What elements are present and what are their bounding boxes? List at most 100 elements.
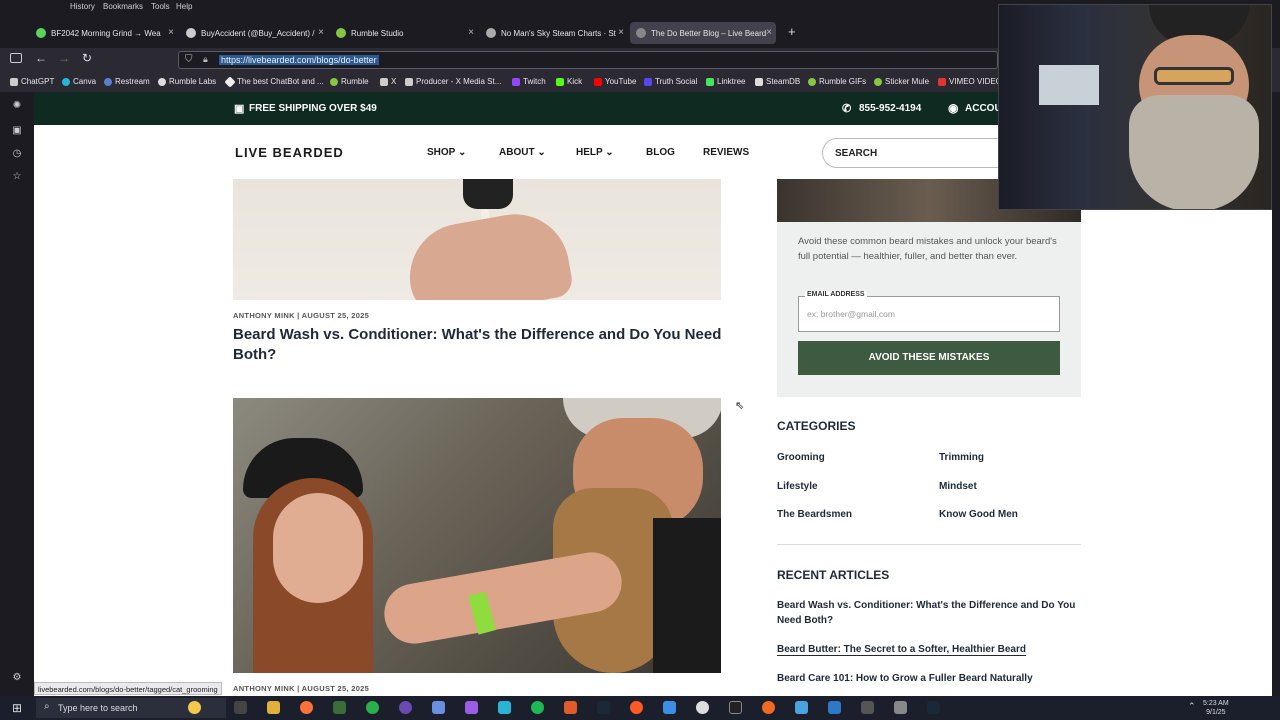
- recent-article-link[interactable]: Beard Wash vs. Conditioner: What's the D…: [777, 598, 1077, 628]
- nav-reviews[interactable]: REVIEWS: [703, 147, 749, 158]
- nav-about[interactable]: ABOUT ⌄: [499, 147, 546, 158]
- kick-icon: [556, 77, 564, 86]
- bookmark-producer[interactable]: Producer - X Media St...: [405, 77, 501, 86]
- close-icon[interactable]: ×: [468, 27, 474, 38]
- menu-bookmarks[interactable]: Bookmarks: [103, 2, 143, 11]
- recent-article-link[interactable]: Beard Butter: The Secret to a Softer, He…: [777, 642, 1077, 657]
- epic-games-icon[interactable]: [729, 701, 742, 714]
- task-view-icon[interactable]: [234, 701, 247, 714]
- app-icon[interactable]: [432, 701, 445, 714]
- category-mindset[interactable]: Mindset: [939, 481, 977, 492]
- bookmark-chatbot[interactable]: The best ChatBot and ...: [224, 75, 324, 88]
- steam-icon[interactable]: [927, 701, 940, 714]
- scrollbar[interactable]: [1272, 92, 1280, 696]
- tabs-icon[interactable]: ▣: [11, 125, 23, 137]
- recent-article-link[interactable]: Beard Care 101: How to Grow a Fuller Bea…: [777, 671, 1077, 686]
- obs-icon[interactable]: [399, 701, 412, 714]
- category-trimming[interactable]: Trimming: [939, 452, 984, 463]
- xbox-icon[interactable]: [333, 701, 346, 714]
- sidebar-toggle-icon[interactable]: [10, 53, 22, 63]
- nav-blog[interactable]: BLOG: [646, 147, 675, 158]
- category-lifestyle[interactable]: Lifestyle: [777, 481, 818, 492]
- chevron-up-icon[interactable]: ⌃: [1188, 701, 1196, 712]
- bookmark-youtube[interactable]: YouTube: [594, 77, 636, 86]
- phone-link[interactable]: 855-952-4194: [859, 103, 921, 114]
- url-bar[interactable]: ⛉ 🔒︎ https://livebearded.com/blogs/do-be…: [178, 51, 998, 69]
- app-icon[interactable]: [564, 701, 577, 714]
- tab-steam-charts[interactable]: No Man's Sky Steam Charts · St ×: [480, 22, 628, 44]
- weather-icon[interactable]: [188, 701, 201, 714]
- search-input[interactable]: SEARCH: [822, 138, 1012, 168]
- menu-help[interactable]: Help: [176, 2, 192, 11]
- firefox-icon[interactable]: [300, 701, 313, 714]
- site-logo[interactable]: LIVE BEARDED: [235, 145, 344, 160]
- taskbar-clock[interactable]: 5:23 AM 9/1/25: [1203, 699, 1229, 717]
- tab-rumble-studio[interactable]: Rumble Studio ×: [330, 22, 478, 44]
- tab-bf2042[interactable]: BF2042 Morning Grind → Wea ×: [30, 22, 178, 44]
- category-beardsmen[interactable]: The Beardsmen: [777, 509, 852, 520]
- new-tab-button[interactable]: +: [788, 24, 796, 39]
- close-icon[interactable]: ×: [618, 27, 624, 38]
- category-grooming[interactable]: Grooming: [777, 452, 825, 463]
- post-image-beard-couple[interactable]: [233, 398, 721, 673]
- app-icon[interactable]: [498, 701, 511, 714]
- bookmark-restream[interactable]: Restream: [104, 77, 150, 86]
- bookmark-label: Rumble Labs: [169, 77, 217, 86]
- bookmark-linktree[interactable]: Linktree: [706, 77, 745, 86]
- app-icon[interactable]: [465, 701, 478, 714]
- steam-icon[interactable]: [597, 701, 610, 714]
- categories-heading: CATEGORIES: [777, 419, 856, 433]
- account-link[interactable]: ACCOU: [965, 103, 1002, 114]
- tab-buyaccident[interactable]: BuyAccident (@Buy_Accident) / ×: [180, 22, 328, 44]
- gift-icon: ▣: [234, 103, 245, 115]
- nav-help[interactable]: HELP ⌄: [576, 147, 614, 158]
- app-icon[interactable]: [828, 701, 841, 714]
- bookmark-kick[interactable]: Kick: [556, 77, 582, 86]
- bookmark-chatgpt[interactable]: ChatGPT: [10, 77, 54, 86]
- bookmark-x[interactable]: X: [380, 77, 396, 86]
- bookmark-truth-social[interactable]: Truth Social: [644, 77, 697, 86]
- bookmark-rumble[interactable]: Rumble: [330, 77, 369, 86]
- forward-icon[interactable]: →: [58, 51, 70, 65]
- nav-shop[interactable]: SHOP ⌄: [427, 147, 466, 158]
- app-icon[interactable]: [630, 701, 643, 714]
- close-icon[interactable]: ×: [318, 27, 324, 38]
- bookmark-rumble-gifs[interactable]: Rumble GIFs: [808, 77, 866, 86]
- bookmarks-star-icon[interactable]: ☆: [11, 171, 23, 183]
- post-title[interactable]: Beard Wash vs. Conditioner: What's the D…: [233, 325, 733, 365]
- app-icon[interactable]: [366, 701, 379, 714]
- app-icon[interactable]: [861, 701, 874, 714]
- tab-do-better-blog[interactable]: The Do Better Blog – Live Beard ×: [630, 22, 776, 44]
- ai-chat-icon[interactable]: ✺: [11, 100, 23, 112]
- shirt-shape: [653, 518, 721, 673]
- app-icon[interactable]: [762, 701, 775, 714]
- post-image-beard-wash[interactable]: [233, 179, 721, 300]
- category-know-good-men[interactable]: Know Good Men: [939, 509, 1018, 520]
- bookmark-vimeo[interactable]: VIMEO VIDEO: [938, 77, 1002, 86]
- settings-gear-icon[interactable]: ⚙: [11, 672, 23, 684]
- bookmark-sticker-mule[interactable]: Sticker Mule: [874, 77, 929, 86]
- spotify-icon[interactable]: [531, 701, 544, 714]
- close-icon[interactable]: ×: [168, 27, 174, 38]
- reload-icon[interactable]: ↻: [82, 51, 92, 65]
- file-explorer-icon[interactable]: [267, 701, 280, 714]
- back-icon[interactable]: ←: [35, 51, 47, 65]
- menu-tools[interactable]: Tools: [151, 2, 170, 11]
- windows-start-icon[interactable]: ⊞: [12, 701, 25, 715]
- battlenet-icon[interactable]: [663, 701, 676, 714]
- avoid-mistakes-button[interactable]: AVOID THESE MISTAKES: [798, 341, 1060, 375]
- history-icon[interactable]: ◷: [11, 148, 23, 160]
- app-icon[interactable]: [696, 701, 709, 714]
- app-icon[interactable]: [795, 701, 808, 714]
- bookmark-steamdb[interactable]: SteamDB: [755, 77, 800, 86]
- bookmark-rumble-labs[interactable]: Rumble Labs: [158, 77, 216, 86]
- bookmark-label: Twitch: [523, 77, 546, 86]
- email-field[interactable]: EMAIL ADDRESS ex: brother@gmail.com: [798, 291, 1060, 332]
- bookmark-canva[interactable]: Canva: [62, 77, 96, 86]
- bookmark-twitch[interactable]: Twitch: [512, 77, 546, 86]
- bookmark-label: SteamDB: [766, 77, 801, 86]
- menu-history[interactable]: History: [70, 2, 95, 11]
- close-icon[interactable]: ×: [766, 27, 772, 38]
- app-icon[interactable]: [894, 701, 907, 714]
- glasses-shape: [1154, 67, 1234, 85]
